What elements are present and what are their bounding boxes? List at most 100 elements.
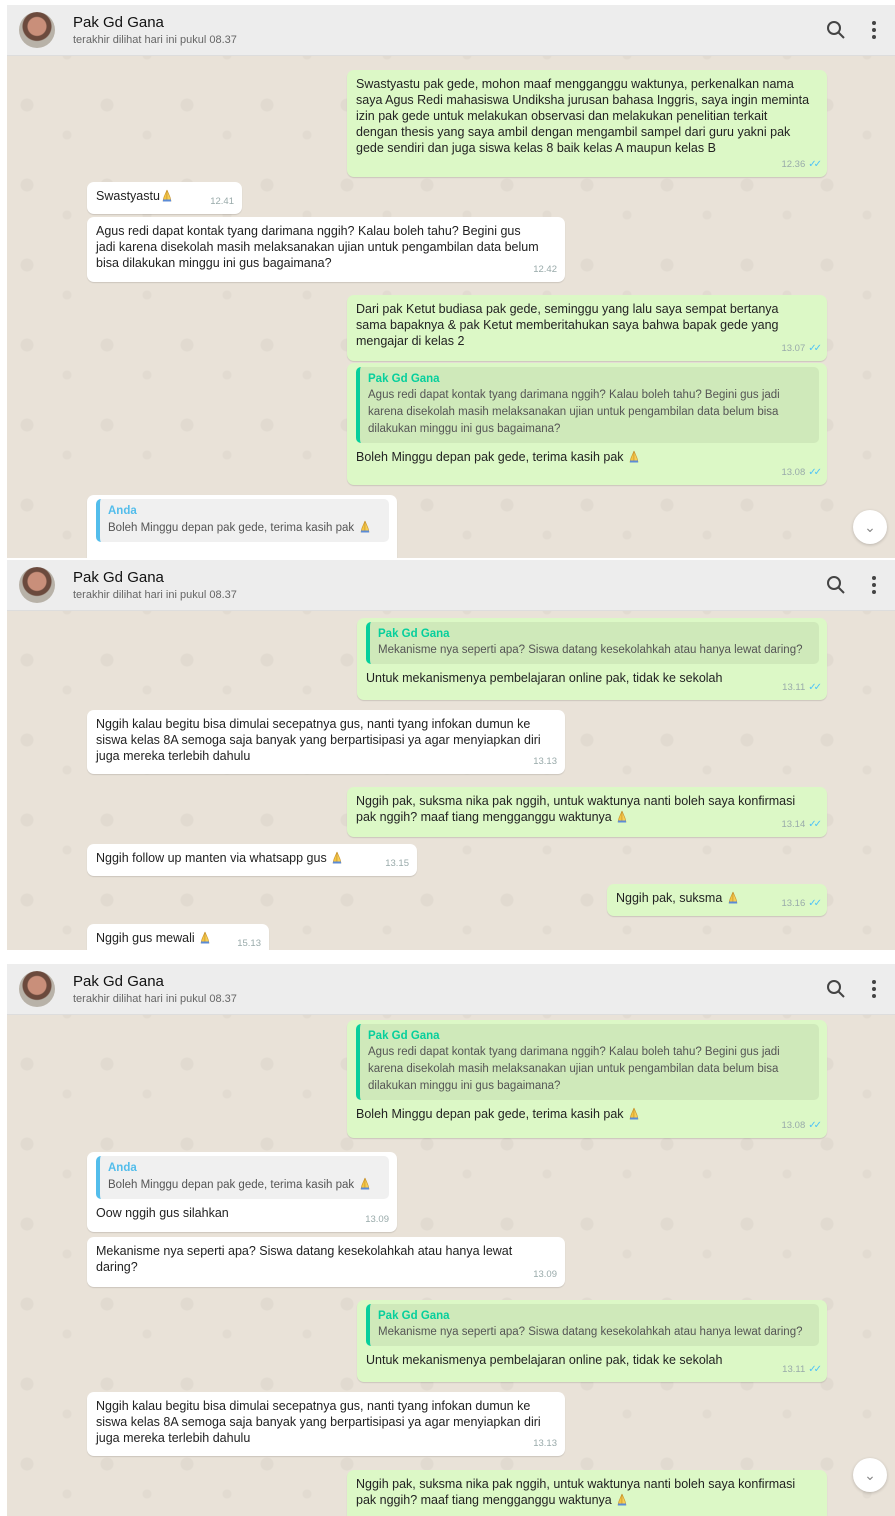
message-bubble[interactable]: Anda Boleh Minggu depan pak gede, terima… (87, 1152, 397, 1232)
read-receipt-icon: ✓✓ (808, 159, 822, 170)
message-bubble[interactable]: Swastyastu 12.41 (87, 182, 242, 214)
search-icon[interactable] (824, 573, 848, 597)
folded-hands-emoji (627, 1106, 641, 1120)
contact-name: Pak Gd Gana (73, 14, 164, 31)
read-receipt-icon: ✓✓ (808, 819, 822, 830)
message-bubble[interactable]: Nggih pak, suksma 13.16 ✓✓ (607, 884, 827, 916)
avatar[interactable] (19, 12, 55, 48)
contact-name: Pak Gd Gana (73, 973, 164, 990)
message-text: Mekanisme nya seperti apa? Siswa datang … (96, 1244, 513, 1274)
folded-hands-emoji (330, 850, 344, 864)
read-receipt-icon: ✓✓ (808, 343, 822, 354)
last-seen-status: terakhir dilihat hari ini pukul 08.37 (73, 589, 237, 601)
chevron-down-icon: ⌄ (864, 519, 876, 535)
scroll-down-button[interactable]: ⌄ (853, 510, 887, 544)
message-bubble[interactable]: Pak Gd Gana Agus redi dapat kontak tyang… (347, 1020, 827, 1138)
message-time: 13.07 (781, 343, 806, 354)
search-icon[interactable] (824, 18, 848, 42)
message-time: 13.09 (533, 1269, 557, 1280)
quoted-message[interactable]: Pak Gd Gana Agus redi dapat kontak tyang… (356, 367, 819, 443)
message-bubble[interactable]: Pak Gd Gana Mekanisme nya seperti apa? S… (357, 618, 827, 700)
search-icon[interactable] (824, 977, 848, 1001)
message-text: Untuk mekanismenya pembelajaran online p… (366, 671, 723, 685)
message-bubble[interactable]: Nggih gus mewali 15.13 (87, 924, 269, 950)
message-text: Nggih kalau begitu bisa dimulai secepatn… (96, 717, 541, 763)
chat-header[interactable]: Pak Gd Gana terakhir dilihat hari ini pu… (7, 5, 895, 56)
message-time: 13.08 (781, 467, 806, 478)
message-time: 13.08 (781, 1120, 806, 1131)
message-bubble[interactable]: Nggih pak, suksma nika pak nggih, untuk … (347, 1470, 827, 1516)
message-time: 13.11 (782, 1364, 806, 1375)
read-receipt-icon: ✓✓ (808, 898, 822, 909)
folded-hands-emoji (358, 1176, 372, 1190)
message-bubble[interactable]: Agus redi dapat kontak tyang darimana ng… (87, 217, 565, 282)
message-text: Nggih kalau begitu bisa dimulai secepatn… (96, 1399, 541, 1445)
chat-panel-3: Pak Gd Gana terakhir dilihat hari ini pu… (7, 964, 895, 1516)
quoted-message[interactable]: Anda Boleh Minggu depan pak gede, terima… (96, 1156, 389, 1199)
message-text: Dari pak Ketut budiasa pak gede, semingg… (356, 302, 779, 348)
quote-author: Pak Gd Gana (378, 1310, 450, 1322)
message-text: Boleh Minggu depan pak gede, terima kasi… (356, 450, 624, 464)
message-text: Nggih pak, suksma nika pak nggih, untuk … (356, 794, 796, 824)
message-text: Swastyastu (96, 189, 160, 203)
chat-header[interactable]: Pak Gd Gana terakhir dilihat hari ini pu… (7, 964, 895, 1015)
last-seen-status: terakhir dilihat hari ini pukul 08.37 (73, 34, 237, 46)
folded-hands-emoji (627, 449, 641, 463)
quote-text: Mekanisme nya seperti apa? Siswa datang … (378, 644, 803, 656)
message-bubble[interactable]: Pak Gd Gana Mekanisme nya seperti apa? S… (357, 1300, 827, 1382)
quote-author: Anda (108, 505, 137, 517)
message-text: Nggih follow up manten via whatsapp gus (96, 851, 327, 865)
quote-author: Pak Gd Gana (378, 628, 450, 640)
read-receipt-icon: ✓✓ (808, 467, 822, 478)
kebab-menu-icon[interactable] (862, 573, 886, 597)
folded-hands-emoji (160, 188, 174, 202)
message-time: 13.14 (781, 819, 806, 830)
message-text: Agus redi dapat kontak tyang darimana ng… (96, 224, 539, 270)
message-bubble[interactable]: Nggih kalau begitu bisa dimulai secepatn… (87, 1392, 565, 1456)
avatar[interactable] (19, 567, 55, 603)
message-bubble[interactable]: Nggih kalau begitu bisa dimulai secepatn… (87, 710, 565, 774)
chat-header[interactable]: Pak Gd Gana terakhir dilihat hari ini pu… (7, 560, 895, 611)
message-bubble[interactable]: Dari pak Ketut budiasa pak gede, semingg… (347, 295, 827, 361)
quote-author: Pak Gd Gana (368, 1030, 440, 1042)
quote-text: Agus redi dapat kontak tyang darimana ng… (368, 389, 780, 435)
message-bubble[interactable]: Pak Gd Gana Agus redi dapat kontak tyang… (347, 363, 827, 485)
message-time: 13.13 (533, 1438, 557, 1449)
message-text: Untuk mekanismenya pembelajaran online p… (366, 1353, 723, 1367)
message-text: Nggih pak, suksma (616, 891, 723, 905)
message-time: 15.13 (237, 938, 261, 949)
message-bubble[interactable]: Nggih pak, suksma nika pak nggih, untuk … (347, 787, 827, 837)
folded-hands-emoji (726, 890, 740, 904)
kebab-menu-icon[interactable] (862, 18, 886, 42)
folded-hands-emoji (615, 1492, 629, 1506)
message-time: 13.11 (782, 682, 806, 693)
quote-author: Anda (108, 1162, 137, 1174)
message-bubble[interactable]: Nggih follow up manten via whatsapp gus … (87, 844, 417, 876)
quote-text: Boleh Minggu depan pak gede, terima kasi… (108, 522, 355, 534)
quote-text: Mekanisme nya seperti apa? Siswa datang … (378, 1326, 803, 1338)
folded-hands-emoji (358, 519, 372, 533)
quoted-message[interactable]: Anda Boleh Minggu depan pak gede, terima… (96, 499, 389, 542)
avatar[interactable] (19, 971, 55, 1007)
chevron-down-icon: ⌄ (864, 1467, 876, 1483)
chat-panel-2: Pak Gd Gana terakhir dilihat hari ini pu… (7, 560, 895, 950)
chat-panel-1: Pak Gd Gana terakhir dilihat hari ini pu… (7, 5, 895, 558)
message-time: 12.41 (210, 196, 234, 207)
message-bubble[interactable]: Mekanisme nya seperti apa? Siswa datang … (87, 1237, 565, 1287)
message-time: 13.15 (385, 858, 409, 869)
message-text: Nggih pak, suksma nika pak nggih, untuk … (356, 1477, 796, 1507)
message-text: Swastyastu pak gede, mohon maaf menggang… (356, 77, 810, 155)
quoted-message[interactable]: Pak Gd Gana Mekanisme nya seperti apa? S… (366, 622, 819, 664)
message-time: 12.36 (781, 159, 806, 170)
quoted-message[interactable]: Pak Gd Gana Agus redi dapat kontak tyang… (356, 1024, 819, 1100)
message-bubble[interactable]: Anda Boleh Minggu depan pak gede, terima… (87, 495, 397, 558)
message-time: 13.13 (533, 756, 557, 767)
contact-name: Pak Gd Gana (73, 569, 164, 586)
read-receipt-icon: ✓✓ (808, 1364, 822, 1375)
read-receipt-icon: ✓✓ (808, 682, 822, 693)
quoted-message[interactable]: Pak Gd Gana Mekanisme nya seperti apa? S… (366, 1304, 819, 1346)
kebab-menu-icon[interactable] (862, 977, 886, 1001)
folded-hands-emoji (615, 809, 629, 823)
scroll-down-button[interactable]: ⌄ (853, 1458, 887, 1492)
message-bubble[interactable]: Swastyastu pak gede, mohon maaf menggang… (347, 70, 827, 177)
